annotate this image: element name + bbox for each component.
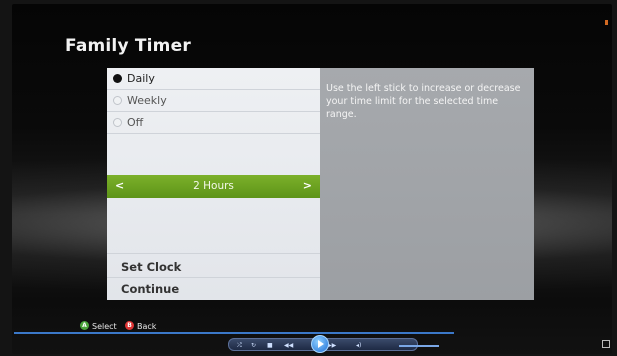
description-text: Use the left stick to increase or decrea… — [326, 83, 521, 120]
volume-icon[interactable]: ◂) — [356, 342, 361, 349]
previous-icon[interactable]: ◀◀ — [284, 342, 293, 349]
divider — [107, 253, 320, 254]
stop-icon[interactable]: ■ — [267, 342, 273, 349]
volume-slider[interactable] — [399, 345, 439, 347]
repeat-icon[interactable]: ↻ — [251, 342, 256, 349]
b-button-icon: B — [125, 321, 134, 330]
page-title: Family Timer — [65, 36, 191, 56]
a-button-icon: A — [80, 321, 89, 330]
back-hint[interactable]: Back — [137, 322, 156, 331]
time-limit-value: 2 Hours — [193, 180, 234, 192]
option-daily[interactable]: Daily — [107, 68, 320, 90]
shuffle-icon[interactable]: ⤮ — [237, 342, 242, 350]
option-weekly[interactable]: Weekly — [107, 90, 320, 112]
option-label: Daily — [127, 72, 155, 85]
description-panel: Use the left stick to increase or decrea… — [320, 68, 534, 300]
option-off[interactable]: Off — [107, 112, 320, 134]
radio-unselected-icon — [113, 96, 122, 105]
radio-selected-icon — [113, 74, 122, 83]
set-clock-button[interactable]: Set Clock — [121, 260, 181, 274]
divider — [107, 277, 320, 278]
chevron-right-icon[interactable]: > — [303, 179, 312, 192]
radio-unselected-icon — [113, 118, 122, 127]
window-icon[interactable] — [602, 340, 610, 348]
media-player-bar: ⤮ ↻ ■ ◀◀ ▶▶ ◂) — [200, 335, 439, 353]
hint-underline — [14, 332, 454, 334]
indicator-dot — [605, 20, 608, 25]
play-button[interactable] — [311, 335, 329, 353]
option-label: Off — [127, 116, 144, 129]
option-label: Weekly — [127, 94, 167, 107]
options-panel: Daily Weekly Off < 2 Hours > Set Clock C… — [107, 68, 320, 300]
select-hint[interactable]: Select — [92, 322, 117, 331]
time-limit-slider[interactable]: < 2 Hours > — [107, 175, 320, 198]
continue-button[interactable]: Continue — [121, 282, 179, 296]
